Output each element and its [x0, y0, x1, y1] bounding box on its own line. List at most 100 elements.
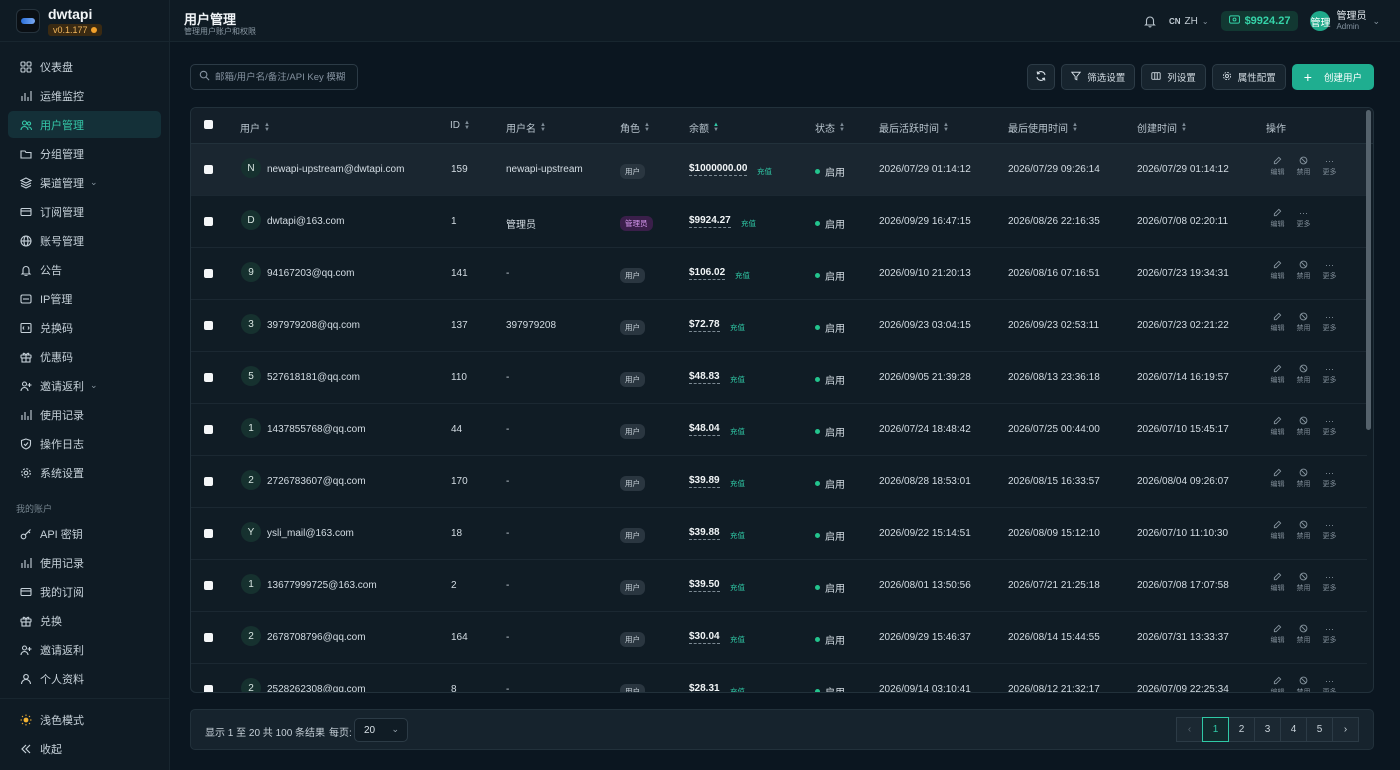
column-settings-button[interactable]: 列设置: [1141, 64, 1206, 90]
page-4-button[interactable]: 4: [1280, 717, 1307, 742]
filter-settings-button[interactable]: 筛选设置: [1061, 64, 1136, 90]
edit-button[interactable]: 编辑: [1269, 156, 1286, 177]
sidebar-item-main-0[interactable]: 仪表盘: [8, 53, 161, 80]
user-email[interactable]: ysli_mail@163.com: [267, 528, 354, 539]
user-balance[interactable]: $39.89: [689, 475, 720, 488]
sidebar-item-account-0[interactable]: API 密钥: [8, 520, 161, 547]
edit-button[interactable]: 编辑: [1269, 624, 1286, 645]
topup-link[interactable]: 充值: [730, 634, 745, 645]
user-balance[interactable]: $48.04: [689, 423, 720, 436]
user-balance[interactable]: $9924.27: [689, 215, 731, 228]
topup-link[interactable]: 充值: [741, 218, 756, 229]
sidebar-item-main-6[interactable]: 账号管理: [8, 227, 161, 254]
topup-link[interactable]: 充值: [730, 374, 745, 385]
row-checkbox[interactable]: [204, 321, 213, 330]
user-balance[interactable]: $106.02: [689, 267, 726, 280]
edit-button[interactable]: 编辑: [1269, 416, 1286, 437]
user-email[interactable]: newapi-upstream@dwtapi.com: [267, 164, 404, 175]
user-balance[interactable]: $1000000.00: [689, 163, 748, 176]
per-page-select[interactable]: 20 ⌄: [354, 718, 408, 742]
topup-link[interactable]: 充值: [735, 270, 750, 281]
disable-button[interactable]: 禁用: [1295, 364, 1312, 385]
disable-button[interactable]: 禁用: [1295, 520, 1312, 541]
sidebar-item-account-1[interactable]: 使用记录: [8, 549, 161, 576]
sidebar-item-main-12[interactable]: 使用记录: [8, 401, 161, 428]
sidebar-item-main-5[interactable]: 订阅管理: [8, 198, 161, 225]
user-email[interactable]: 2528262308@qq.com: [267, 684, 366, 692]
disable-button[interactable]: 禁用: [1295, 312, 1312, 333]
user-email[interactable]: 397979208@qq.com: [267, 320, 360, 331]
user-balance[interactable]: $39.50: [689, 579, 720, 592]
column-header-username[interactable]: 用户名 ▲ ▼: [506, 120, 546, 136]
more-button[interactable]: ··· 更多: [1295, 208, 1312, 229]
more-button[interactable]: ··· 更多: [1321, 260, 1338, 281]
topup-link[interactable]: 充值: [730, 426, 745, 437]
row-checkbox[interactable]: [204, 217, 213, 226]
topup-link[interactable]: 充值: [730, 530, 745, 541]
attribute-config-button[interactable]: 属性配置: [1211, 64, 1286, 90]
row-checkbox[interactable]: [204, 269, 213, 278]
user-menu[interactable]: 管理 管理员 Admin ⌄: [1310, 11, 1380, 32]
more-button[interactable]: ··· 更多: [1321, 624, 1338, 645]
page-1-button[interactable]: 1: [1202, 717, 1229, 742]
row-checkbox[interactable]: [204, 425, 213, 434]
column-header-role[interactable]: 角色 ▲ ▼: [620, 120, 650, 136]
user-email[interactable]: 94167203@qq.com: [267, 268, 354, 279]
language-switcher[interactable]: CN ZH ⌄: [1169, 16, 1209, 27]
sidebar-item-main-7[interactable]: 公告: [8, 256, 161, 283]
theme-toggle[interactable]: 浅色模式: [8, 706, 162, 733]
sidebar-item-main-2[interactable]: 用户管理: [8, 111, 161, 138]
sidebar-item-account-4[interactable]: 邀请返利: [8, 636, 161, 663]
user-balance[interactable]: $39.88: [689, 527, 720, 540]
user-balance[interactable]: $72.78: [689, 319, 720, 332]
edit-button[interactable]: 编辑: [1269, 208, 1286, 229]
sidebar-item-main-14[interactable]: 系统设置: [8, 459, 161, 486]
user-balance[interactable]: $28.31: [689, 683, 720, 692]
row-checkbox[interactable]: [204, 373, 213, 382]
edit-button[interactable]: 编辑: [1269, 312, 1286, 333]
sidebar-item-main-11[interactable]: 邀请返利 ⌄: [8, 372, 161, 399]
more-button[interactable]: ··· 更多: [1321, 468, 1338, 489]
sidebar-item-main-8[interactable]: IP管理: [8, 285, 161, 312]
sidebar-item-main-1[interactable]: 运维监控: [8, 82, 161, 109]
user-email[interactable]: 527618181@qq.com: [267, 372, 360, 383]
sidebar-item-account-3[interactable]: 兑换: [8, 607, 161, 634]
disable-button[interactable]: 禁用: [1295, 260, 1312, 281]
row-checkbox[interactable]: [204, 633, 213, 642]
search-input[interactable]: [215, 71, 355, 83]
collapse-sidebar-button[interactable]: 收起: [8, 735, 162, 762]
edit-button[interactable]: 编辑: [1269, 676, 1286, 692]
row-checkbox[interactable]: [204, 165, 213, 174]
page-2-button[interactable]: 2: [1228, 717, 1255, 742]
sidebar-item-main-4[interactable]: 渠道管理 ⌄: [8, 169, 161, 196]
column-header-id[interactable]: ID ▲ ▼: [450, 120, 470, 132]
sidebar-item-account-2[interactable]: 我的订阅: [8, 578, 161, 605]
user-email[interactable]: 13677999725@163.com: [267, 580, 377, 591]
page-3-button[interactable]: 3: [1254, 717, 1281, 742]
more-button[interactable]: ··· 更多: [1321, 312, 1338, 333]
sidebar-item-main-9[interactable]: 兑换码: [8, 314, 161, 341]
disable-button[interactable]: 禁用: [1295, 156, 1312, 177]
column-header-created[interactable]: 创建时间 ▲ ▼: [1137, 120, 1187, 136]
edit-button[interactable]: 编辑: [1269, 520, 1286, 541]
more-button[interactable]: ··· 更多: [1321, 520, 1338, 541]
select-all-checkbox[interactable]: [204, 120, 213, 129]
next-page-button[interactable]: ›: [1332, 717, 1359, 742]
user-email[interactable]: dwtapi@163.com: [267, 216, 344, 227]
edit-button[interactable]: 编辑: [1269, 364, 1286, 385]
table-scrollbar[interactable]: [1366, 110, 1371, 430]
column-header-status[interactable]: 状态 ▲ ▼: [815, 120, 845, 136]
user-balance[interactable]: $30.04: [689, 631, 720, 644]
column-header-last-used[interactable]: 最后使用时间 ▲ ▼: [1008, 120, 1078, 136]
edit-button[interactable]: 编辑: [1269, 572, 1286, 593]
column-header-balance[interactable]: 余额 ▲ ▼: [689, 120, 719, 136]
more-button[interactable]: ··· 更多: [1321, 572, 1338, 593]
disable-button[interactable]: 禁用: [1295, 416, 1312, 437]
more-button[interactable]: ··· 更多: [1321, 416, 1338, 437]
row-checkbox[interactable]: [204, 529, 213, 538]
notification-bell-icon[interactable]: [1143, 14, 1157, 28]
user-search-box[interactable]: [190, 64, 358, 90]
disable-button[interactable]: 禁用: [1295, 572, 1312, 593]
row-checkbox[interactable]: [204, 581, 213, 590]
disable-button[interactable]: 禁用: [1295, 468, 1312, 489]
